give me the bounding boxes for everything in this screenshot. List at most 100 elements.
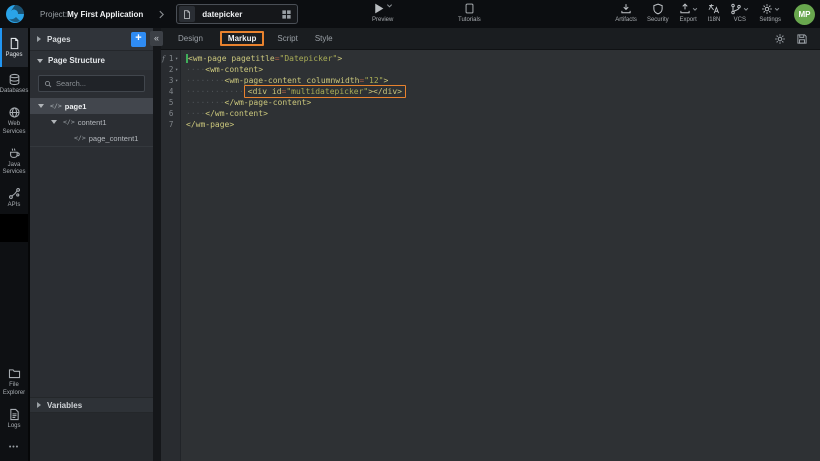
collapse-panel-button[interactable]: « [150,31,163,46]
variables-section-header[interactable]: Variables [30,397,153,413]
variables-section-label: Variables [47,401,82,410]
page-structure-header[interactable]: Page Structure [30,50,153,70]
code-line-5[interactable]: ········</wm-page-content> [186,97,820,108]
tab-markup[interactable]: Markup [220,31,264,46]
sidebar-item-web-services[interactable]: WebServices [0,100,28,140]
editor-settings-gear-icon[interactable] [774,33,786,45]
fold-caret-icon[interactable]: ▾ [173,56,180,62]
pages-section-label: Pages [47,35,71,44]
tab-style[interactable]: Style [315,34,333,43]
panel-splitter[interactable]: « [153,28,161,461]
panel-spacer [30,147,153,397]
sidebar-more-button[interactable]: ••• [0,444,28,451]
user-avatar[interactable]: MP [794,4,815,25]
fold-caret-icon[interactable]: ▾ [173,78,180,84]
pages-panel: Pages + Page Structure </>page1</>conten… [30,28,153,461]
tree-node-label: page_content1 [89,134,139,143]
action-label: Artifacts [615,17,637,24]
tab-design[interactable]: Design [178,34,203,43]
page-structure-tree: </>page1</>content1</>page_content1 [30,98,153,147]
vcs-button[interactable]: VCS [725,2,754,24]
chevron-right-icon [157,9,166,20]
line-number: 1 [166,54,174,63]
sidebar-item-apis[interactable]: APIs [0,181,28,214]
page-tab-label: datepicker [195,10,281,19]
page-structure-label: Page Structure [48,56,105,65]
code-line-1[interactable]: <wm-page pagetitle="Datepicker"> [186,53,820,64]
sidebar-black-block [0,214,28,242]
editor-gutter: f1▾2▾3▾4567 [161,50,181,461]
gear-icon [761,3,773,15]
search-input[interactable] [56,79,139,88]
sidebar-item-label: APIs [8,202,21,209]
sidebar-item-logs[interactable]: Logs [0,402,28,435]
open-page-tab[interactable]: datepicker [176,4,298,24]
action-label: I18N [708,17,721,24]
tree-node-page_content1[interactable]: </>page_content1 [30,130,153,146]
tree-node-content1[interactable]: </>content1 [30,114,153,130]
gutter-line-5: 5 [161,97,180,108]
preview-button[interactable]: Preview [372,2,393,24]
sidebar-item-pages[interactable]: Pages [0,28,28,67]
sidebar-item-label: Logs [7,423,20,430]
chevron-down-icon[interactable] [743,6,749,12]
expanded-caret-icon[interactable] [51,120,57,124]
topbar: Project:My First Application datepicker [0,0,820,28]
action-label: Export [679,17,696,24]
widgets-grid-icon[interactable] [281,9,292,20]
action-label: Settings [759,17,781,24]
sidebar-item-file-explorer[interactable]: FileExplorer [0,361,28,401]
i18n-button[interactable]: I18N [703,2,726,24]
download-tray-icon [620,3,632,15]
project-breadcrumb[interactable]: Project:My First Application [40,10,143,19]
collapsed-caret-icon [37,36,41,42]
code-line-4[interactable]: ············<div id="multidatepicker"></… [186,86,820,97]
settings-button[interactable]: Settings [754,2,786,24]
save-icon[interactable] [796,33,808,45]
artifacts-button[interactable]: Artifacts [610,2,642,24]
git-branch-icon [730,3,742,15]
add-page-button[interactable]: + [131,32,146,47]
action-label: VCS [734,17,746,24]
line-number: 4 [166,87,174,96]
line-number: 5 [166,98,174,107]
sidebar-bottom-group: FileExplorer Logs ••• [0,361,28,461]
tab-script[interactable]: Script [277,34,297,43]
expanded-caret-icon [37,59,43,63]
tutorials-doc-icon [464,2,475,15]
sidebar-item-databases[interactable]: Databases [0,67,28,100]
wavemaker-logo-icon[interactable] [0,0,30,28]
code-editor[interactable]: f1▾2▾3▾4567 <wm-page pagetitle="Datepick… [161,50,820,461]
sidebar-item-label: Pages [5,52,22,59]
fold-caret-icon[interactable]: ▾ [173,67,180,73]
folder-icon [8,367,21,380]
tutorials-button[interactable]: Tutorials [458,2,481,24]
export-button[interactable]: Export [674,2,703,24]
expanded-caret-icon[interactable] [38,104,44,108]
page-file-icon[interactable] [179,6,195,22]
upload-tray-icon [679,3,691,15]
code-line-6[interactable]: ····</wm-content> [186,108,820,119]
database-icon [8,73,21,86]
line-number: 7 [166,120,174,129]
code-line-2[interactable]: ····<wm-content> [186,64,820,75]
translate-icon [708,3,720,15]
gutter-line-1: f1▾ [161,53,180,64]
tutorials-label: Tutorials [458,17,481,24]
code-content[interactable]: <wm-page pagetitle="Datepicker">····<wm-… [182,50,820,461]
chevron-down-icon[interactable] [386,2,393,9]
gutter-line-6: 6 [161,108,180,119]
sidebar-item-java-services[interactable]: JavaServices [0,141,28,181]
pages-section-header[interactable]: Pages + [30,28,153,50]
chevron-down-icon[interactable] [774,6,780,12]
code-line-7[interactable]: </wm-page> [186,119,820,130]
wavemaker-ide-window: Project:My First Application datepicker [0,0,820,461]
code-tag-icon: </> [63,118,75,126]
tree-node-page1[interactable]: </>page1 [30,98,153,114]
security-button[interactable]: Security [642,2,674,24]
sidebar-item-label: Databases [0,88,28,95]
topbar-actions: Artifacts Security Export I18N VCS Settings [610,2,786,24]
chevron-down-icon[interactable] [692,6,698,12]
play-icon [372,2,385,15]
project-name: My First Application [67,10,143,19]
